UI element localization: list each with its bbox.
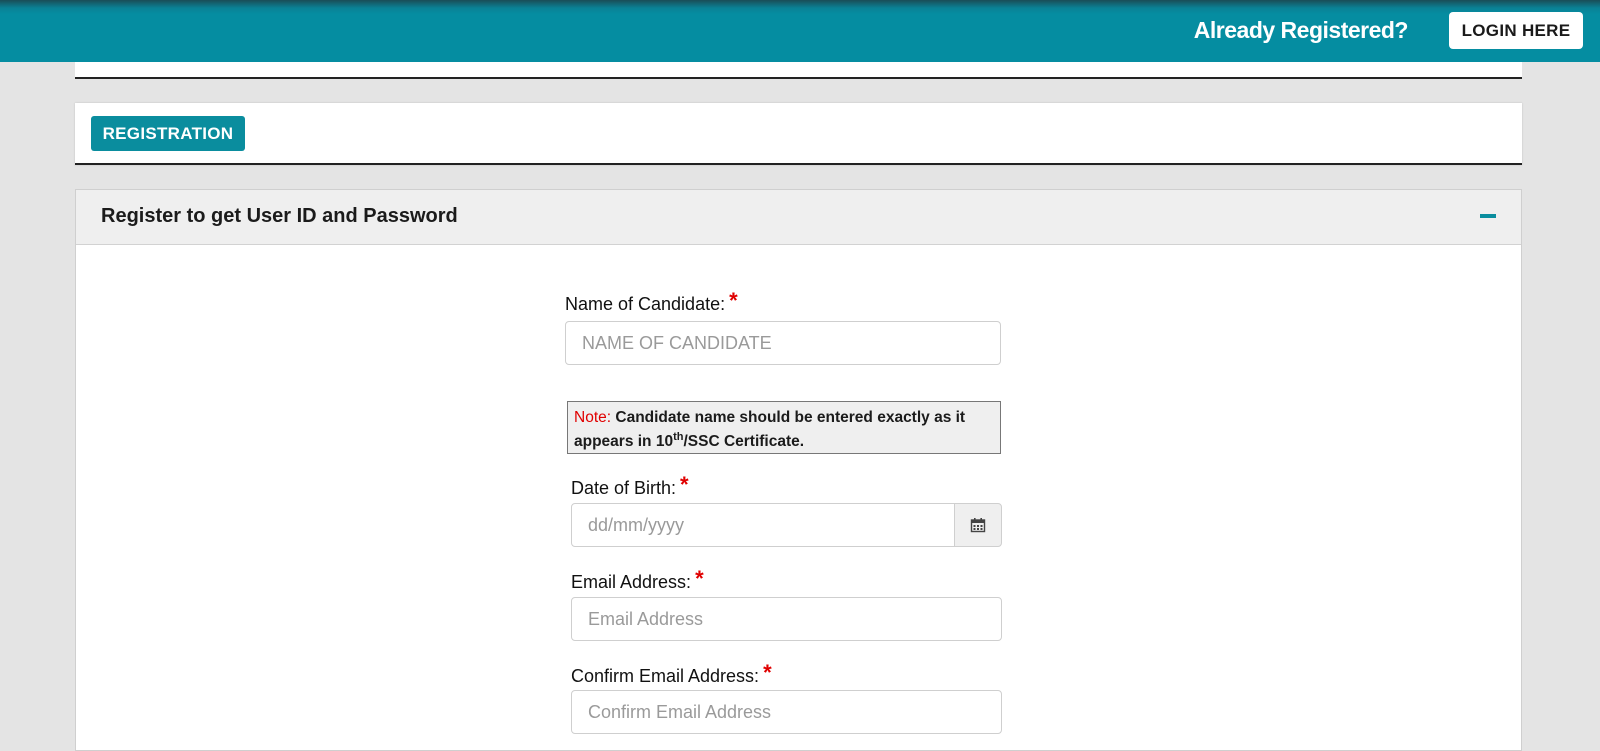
registration-panel: Register to get User ID and Password Nam… xyxy=(75,189,1522,751)
login-here-button[interactable]: LOGIN HERE xyxy=(1449,12,1583,49)
candidate-name-note: Note: Candidate name should be entered e… xyxy=(567,401,1001,454)
note-text-end: /SSC Certificate. xyxy=(683,433,805,450)
required-asterisk: * xyxy=(729,288,738,313)
email-label-text: Email Address: xyxy=(571,572,692,592)
email-address-input[interactable] xyxy=(571,597,1002,641)
note-superscript: th xyxy=(673,430,684,443)
confirm-email-input[interactable] xyxy=(571,690,1002,734)
required-asterisk: * xyxy=(680,472,689,497)
panel-header[interactable]: Register to get User ID and Password xyxy=(76,190,1521,245)
tab-registration[interactable]: REGISTRATION xyxy=(91,116,245,151)
top-card-strip xyxy=(75,62,1522,79)
name-label-text: Name of Candidate: xyxy=(565,294,726,314)
email-address-label: Email Address: * xyxy=(571,566,704,594)
confirm-email-label-text: Confirm Email Address: xyxy=(571,666,760,686)
dob-label-text: Date of Birth: xyxy=(571,478,677,498)
already-registered-text: Already Registered? xyxy=(1193,17,1409,43)
required-asterisk: * xyxy=(763,660,772,685)
confirm-email-label: Confirm Email Address: * xyxy=(571,660,772,688)
name-of-candidate-input[interactable] xyxy=(565,321,1001,365)
note-label: Note: xyxy=(574,409,612,426)
required-asterisk: * xyxy=(695,566,704,591)
date-of-birth-label: Date of Birth: * xyxy=(571,472,689,500)
top-header-bar: Already Registered? LOGIN HERE xyxy=(0,0,1600,62)
name-of-candidate-label: Name of Candidate: * xyxy=(565,288,738,316)
minus-icon[interactable] xyxy=(1480,214,1496,218)
calendar-button[interactable] xyxy=(954,503,1002,547)
registration-tab-bar: REGISTRATION xyxy=(75,103,1522,165)
calendar-icon xyxy=(970,518,986,533)
date-of-birth-input[interactable] xyxy=(571,503,955,547)
panel-title: Register to get User ID and Password xyxy=(101,205,458,227)
